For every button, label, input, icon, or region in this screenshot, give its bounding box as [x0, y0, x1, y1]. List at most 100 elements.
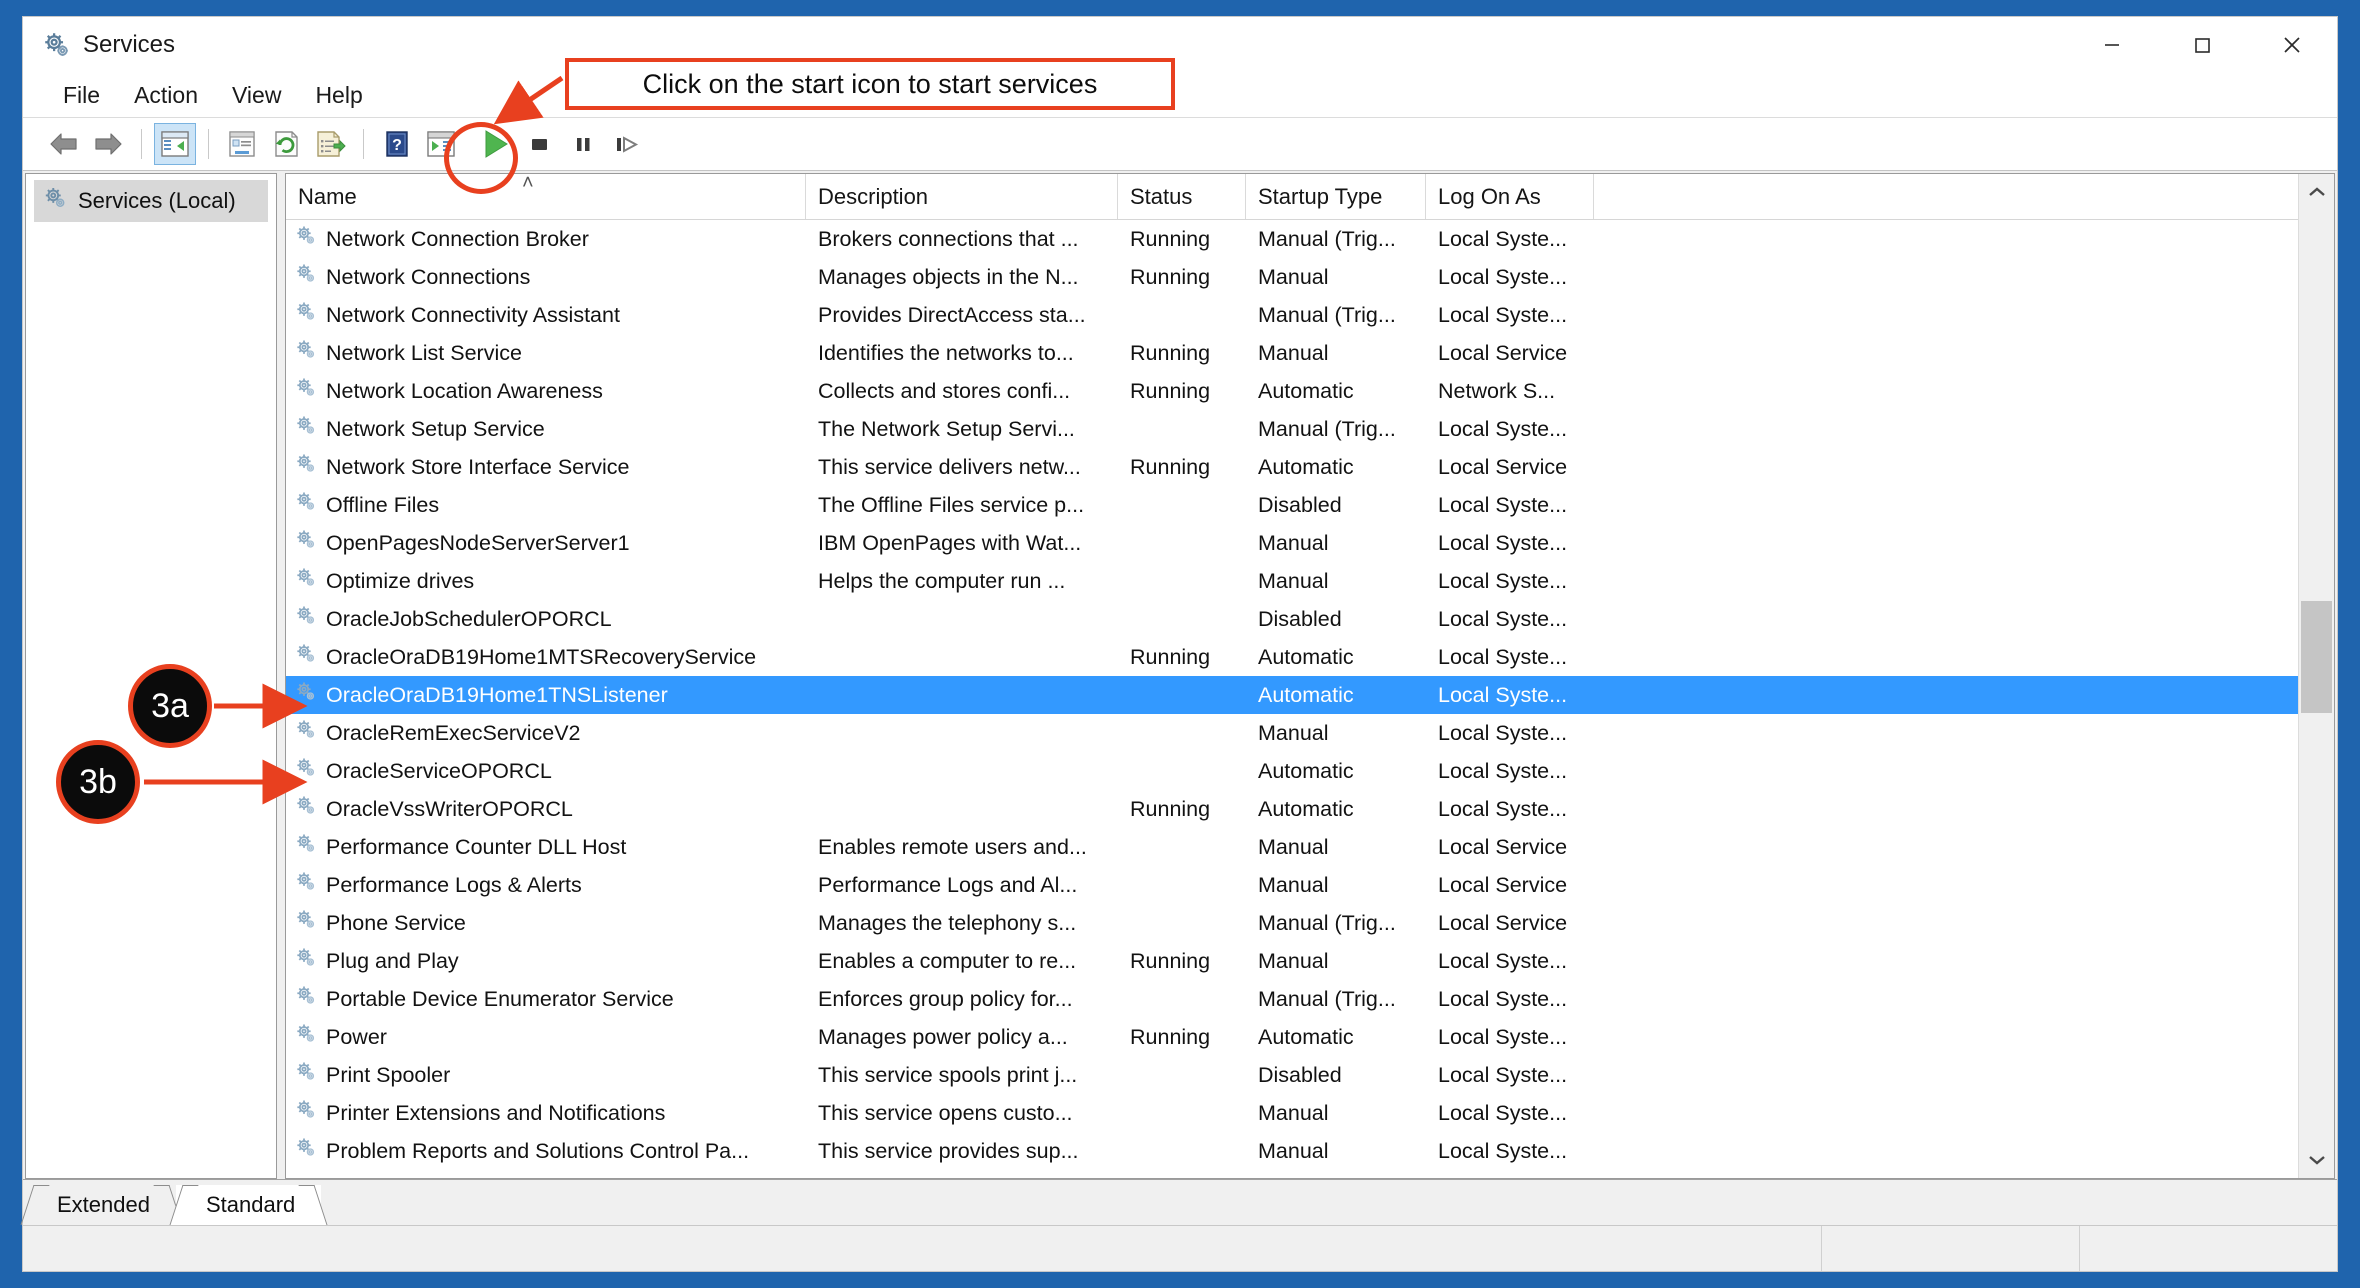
svg-text:?: ?: [392, 137, 402, 154]
menu-file[interactable]: File: [49, 78, 114, 113]
export-list-icon[interactable]: [309, 123, 351, 165]
cell-filler: [1594, 220, 2334, 258]
menu-view[interactable]: View: [218, 78, 295, 113]
forward-arrow-icon[interactable]: [87, 123, 129, 165]
restart-service-icon[interactable]: [606, 123, 648, 165]
cell-status: [1118, 828, 1246, 866]
table-row[interactable]: Plug and Play Enables a computer to re...…: [286, 942, 2334, 980]
tab-extended[interactable]: Extended: [20, 1185, 183, 1225]
cell-status: [1118, 600, 1246, 638]
table-row[interactable]: Print Spooler This service spools print j…: [286, 1056, 2334, 1094]
service-gear-icon: [294, 1098, 318, 1128]
cell-status: Running: [1130, 264, 1211, 289]
cell-status: [1118, 410, 1246, 448]
cell-startup-type: Manual: [1258, 1100, 1329, 1125]
cell-name: OracleVssWriterOPORCL: [286, 790, 806, 828]
close-button[interactable]: [2247, 17, 2337, 73]
cell-log-on-as: Network S...: [1438, 378, 1556, 403]
cell-startup-type: Manual (Trig...: [1258, 910, 1396, 935]
properties-icon[interactable]: [221, 123, 263, 165]
help-icon[interactable]: ?: [376, 123, 418, 165]
cell-status: Running: [1130, 948, 1211, 973]
cell-name: Network List Service: [286, 334, 806, 372]
service-gear-icon: [294, 338, 318, 368]
table-row[interactable]: Problem Reports and Solutions Control Pa…: [286, 1132, 2334, 1170]
table-row[interactable]: Optimize drives Helps the computer run ..…: [286, 562, 2334, 600]
table-row[interactable]: Network Connection Broker Brokers connect…: [286, 220, 2334, 258]
table-row[interactable]: OracleRemExecServiceV2 Manual Local Syste.…: [286, 714, 2334, 752]
cell-startup-type: Disabled: [1258, 606, 1342, 631]
cell-filler: [1594, 600, 2334, 638]
pause-service-icon[interactable]: [562, 123, 604, 165]
table-row[interactable]: Performance Logs & Alerts Performance Log…: [286, 866, 2334, 904]
cell-startup-type: Automatic: [1258, 454, 1354, 479]
service-name: OracleVssWriterOPORCL: [326, 796, 573, 821]
cell-startup-type: Manual (Trig...: [1258, 226, 1396, 251]
cell-name: Performance Logs & Alerts: [286, 866, 806, 904]
service-gear-icon: [294, 604, 318, 634]
cell-name: Printer Extensions and Notifications: [286, 1094, 806, 1132]
cell-description: Manages power policy a...: [818, 1024, 1068, 1049]
table-row[interactable]: Printer Extensions and Notifications This…: [286, 1094, 2334, 1132]
cell-startup-type: Manual: [1258, 340, 1329, 365]
service-gear-icon: [294, 832, 318, 862]
maximize-button[interactable]: [2157, 17, 2247, 73]
table-row[interactable]: Power Manages power policy a... Running Aut…: [286, 1018, 2334, 1056]
cell-status: [1118, 1094, 1246, 1132]
cell-log-on-as: Local Syste...: [1438, 682, 1568, 707]
cell-name: OracleJobSchedulerOPORCL: [286, 600, 806, 638]
cell-startup-type: Manual: [1258, 264, 1329, 289]
table-row[interactable]: Portable Device Enumerator Service Enforc…: [286, 980, 2334, 1018]
cell-filler: [1594, 904, 2334, 942]
menu-action[interactable]: Action: [120, 78, 212, 113]
table-row[interactable]: OracleVssWriterOPORCL Running Automatic Loc…: [286, 790, 2334, 828]
table-row[interactable]: Network Connections Manages objects in th…: [286, 258, 2334, 296]
menu-help[interactable]: Help: [301, 78, 376, 113]
table-row[interactable]: OracleOraDB19Home1TNSListener Automatic Lo…: [286, 676, 2334, 714]
service-gear-icon: [294, 452, 318, 482]
cell-name: OracleServiceOPORCL: [286, 752, 806, 790]
service-name: Network Connections: [326, 264, 531, 289]
scrollbar-thumb[interactable]: [2301, 601, 2332, 714]
cell-startup-type: Automatic: [1258, 644, 1354, 669]
scroll-up-button[interactable]: [2299, 174, 2334, 210]
scroll-down-button[interactable]: [2299, 1142, 2334, 1178]
scrollbar-track[interactable]: [2299, 210, 2334, 1142]
service-name: Performance Logs & Alerts: [326, 872, 582, 897]
cell-log-on-as: Local Syste...: [1438, 416, 1568, 441]
back-arrow-icon[interactable]: [43, 123, 85, 165]
stop-service-icon[interactable]: [518, 123, 560, 165]
table-row[interactable]: Performance Counter DLL Host Enables remo…: [286, 828, 2334, 866]
cell-name: Network Connectivity Assistant: [286, 296, 806, 334]
column-header-name[interactable]: Name: [286, 174, 806, 219]
table-row[interactable]: OracleOraDB19Home1MTSRecoveryService Runn…: [286, 638, 2334, 676]
tree-item-services-local[interactable]: Services (Local): [34, 180, 268, 222]
tab-standard[interactable]: Standard: [169, 1185, 328, 1225]
minimize-button[interactable]: [2067, 17, 2157, 73]
table-row[interactable]: Offline Files The Offline Files service p…: [286, 486, 2334, 524]
table-row[interactable]: OracleServiceOPORCL Automatic Local Syste.…: [286, 752, 2334, 790]
table-row[interactable]: Network Location Awareness Collects and s…: [286, 372, 2334, 410]
column-header-description[interactable]: Description: [806, 174, 1118, 219]
show-hide-console-tree-icon[interactable]: [154, 123, 196, 165]
table-row[interactable]: Network Store Interface Service This serv…: [286, 448, 2334, 486]
column-header-startup-type[interactable]: Startup Type: [1246, 174, 1426, 219]
cell-status: Running: [1130, 454, 1211, 479]
table-row[interactable]: Network Setup Service The Network Setup S…: [286, 410, 2334, 448]
table-row[interactable]: OpenPagesNodeServerServer1 IBM OpenPages …: [286, 524, 2334, 562]
table-row[interactable]: Network Connectivity Assistant Provides D…: [286, 296, 2334, 334]
toolbar-separator: [363, 129, 364, 159]
cell-log-on-as: Local Service: [1438, 910, 1568, 935]
vertical-scrollbar[interactable]: [2298, 174, 2334, 1178]
cell-filler: [1594, 752, 2334, 790]
services-list-inner: Name Description Status Startup Type Log…: [286, 172, 2334, 1178]
column-header-status[interactable]: Status: [1118, 174, 1246, 219]
table-row[interactable]: Network List Service Identifies the netwo…: [286, 334, 2334, 372]
column-header-log-on-as[interactable]: Log On As: [1426, 174, 1594, 219]
menu-bar: File Action View Help: [23, 73, 2337, 117]
table-row[interactable]: OracleJobSchedulerOPORCL Disabled Local Sy…: [286, 600, 2334, 638]
cell-startup-type: Disabled: [1258, 492, 1342, 517]
table-row[interactable]: Phone Service Manages the telephony s... M…: [286, 904, 2334, 942]
cell-filler: [1594, 866, 2334, 904]
refresh-icon[interactable]: [265, 123, 307, 165]
